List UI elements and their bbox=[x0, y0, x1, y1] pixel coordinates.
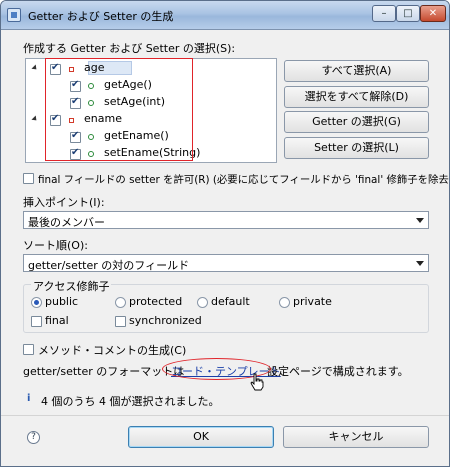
radio-private[interactable] bbox=[279, 297, 290, 308]
method-icon bbox=[88, 83, 94, 89]
format-text-before: getter/setter のフォーマットは bbox=[23, 365, 185, 378]
tree-item-label: setEname(String) bbox=[104, 146, 201, 159]
radio-default-label: default bbox=[211, 295, 250, 308]
synchronized-checkbox[interactable] bbox=[115, 316, 126, 327]
sort-order-value: getter/setter の対のフィールド bbox=[28, 259, 190, 272]
getter-setter-tree[interactable]: age getAge() setAge(int) ename getEname(… bbox=[25, 58, 277, 163]
insertion-point-label: 挿入ポイント(I): bbox=[23, 196, 105, 209]
final-label: final bbox=[45, 314, 69, 327]
tree-item-setename[interactable]: setEname(String) bbox=[26, 146, 276, 163]
field-icon bbox=[69, 118, 74, 123]
window-title: Getter および Setter の生成 bbox=[28, 10, 174, 23]
status-message: 4 個のうち 4 個が選択されました。 bbox=[41, 395, 220, 408]
select-setters-button[interactable]: Setter の選択(L) bbox=[284, 137, 429, 159]
sort-order-label: ソート順(O): bbox=[23, 239, 88, 252]
insertion-point-value: 最後のメンバー bbox=[28, 216, 105, 229]
tree-item-ename[interactable]: ename bbox=[26, 112, 276, 129]
tree-item-getename[interactable]: getEname() bbox=[26, 129, 276, 146]
final-setter-label: final フィールドの setter を許可(R) (必要に応じてフィールドか… bbox=[38, 174, 450, 186]
info-icon: i bbox=[27, 393, 31, 404]
final-setter-checkbox[interactable] bbox=[23, 173, 34, 184]
app-icon bbox=[7, 8, 21, 22]
access-modifier-label: アクセス修飾子 bbox=[31, 278, 112, 294]
method-comments-checkbox[interactable] bbox=[23, 344, 34, 355]
tree-item-label: age bbox=[84, 61, 105, 74]
help-icon[interactable]: ? bbox=[27, 431, 40, 444]
format-text-after: 設定ページで構成されます。 bbox=[267, 365, 409, 378]
field-icon bbox=[69, 67, 74, 72]
radio-protected-label: protected bbox=[129, 295, 183, 308]
sort-order-select[interactable]: getter/setter の対のフィールド bbox=[23, 254, 429, 272]
expand-arrow-icon[interactable] bbox=[31, 64, 39, 72]
deselect-all-button[interactable]: 選択をすべて解除(D) bbox=[284, 86, 429, 108]
dropdown-arrow-icon[interactable] bbox=[416, 218, 424, 223]
minimize-button[interactable]: – bbox=[372, 5, 396, 22]
radio-protected[interactable] bbox=[115, 297, 126, 308]
close-button[interactable]: ✕ bbox=[420, 5, 446, 22]
tree-checkbox[interactable] bbox=[70, 147, 81, 160]
selection-label: 作成する Getter および Setter の選択(S): bbox=[23, 42, 236, 55]
separator bbox=[1, 415, 449, 416]
final-checkbox[interactable] bbox=[31, 316, 42, 327]
method-icon bbox=[88, 100, 94, 106]
radio-private-label: private bbox=[293, 295, 332, 308]
tree-item-label: getEname() bbox=[104, 129, 169, 142]
tree-checkbox[interactable] bbox=[50, 113, 61, 126]
maximize-button[interactable]: □ bbox=[396, 5, 420, 22]
code-template-link[interactable]: コード・テンプレート bbox=[171, 363, 281, 379]
method-icon bbox=[88, 134, 94, 140]
tree-item-age[interactable]: age bbox=[26, 61, 276, 78]
title-bar[interactable]: Getter および Setter の生成 – □ ✕ bbox=[1, 1, 449, 30]
select-getters-button[interactable]: Getter の選択(G) bbox=[284, 111, 429, 133]
tree-checkbox[interactable] bbox=[70, 79, 81, 92]
insertion-point-select[interactable]: 最後のメンバー bbox=[23, 211, 429, 229]
dropdown-arrow-icon[interactable] bbox=[416, 261, 424, 266]
radio-public[interactable] bbox=[31, 297, 42, 308]
tree-item-setage[interactable]: setAge(int) bbox=[26, 95, 276, 112]
method-comments-label: メソッド・コメントの生成(C) bbox=[38, 344, 187, 357]
tree-checkbox[interactable] bbox=[70, 96, 81, 109]
radio-default[interactable] bbox=[197, 297, 208, 308]
hand-cursor-icon bbox=[250, 373, 264, 391]
ok-button[interactable]: OK bbox=[128, 426, 274, 448]
tree-checkbox[interactable] bbox=[50, 62, 61, 75]
method-icon bbox=[88, 151, 94, 157]
expand-arrow-icon[interactable] bbox=[31, 115, 39, 123]
cancel-button[interactable]: キャンセル bbox=[283, 426, 429, 448]
tree-item-label: ename bbox=[84, 112, 122, 125]
tree-item-label: getAge() bbox=[104, 78, 152, 91]
select-all-button[interactable]: すべて選択(A) bbox=[284, 60, 429, 82]
tree-checkbox[interactable] bbox=[70, 130, 81, 143]
radio-public-label: public bbox=[45, 295, 79, 308]
dialog-window: Getter および Setter の生成 – □ ✕ 作成する Getter … bbox=[0, 0, 450, 467]
synchronized-label: synchronized bbox=[129, 314, 202, 327]
tree-item-getage[interactable]: getAge() bbox=[26, 78, 276, 95]
tree-item-label: setAge(int) bbox=[104, 95, 166, 108]
